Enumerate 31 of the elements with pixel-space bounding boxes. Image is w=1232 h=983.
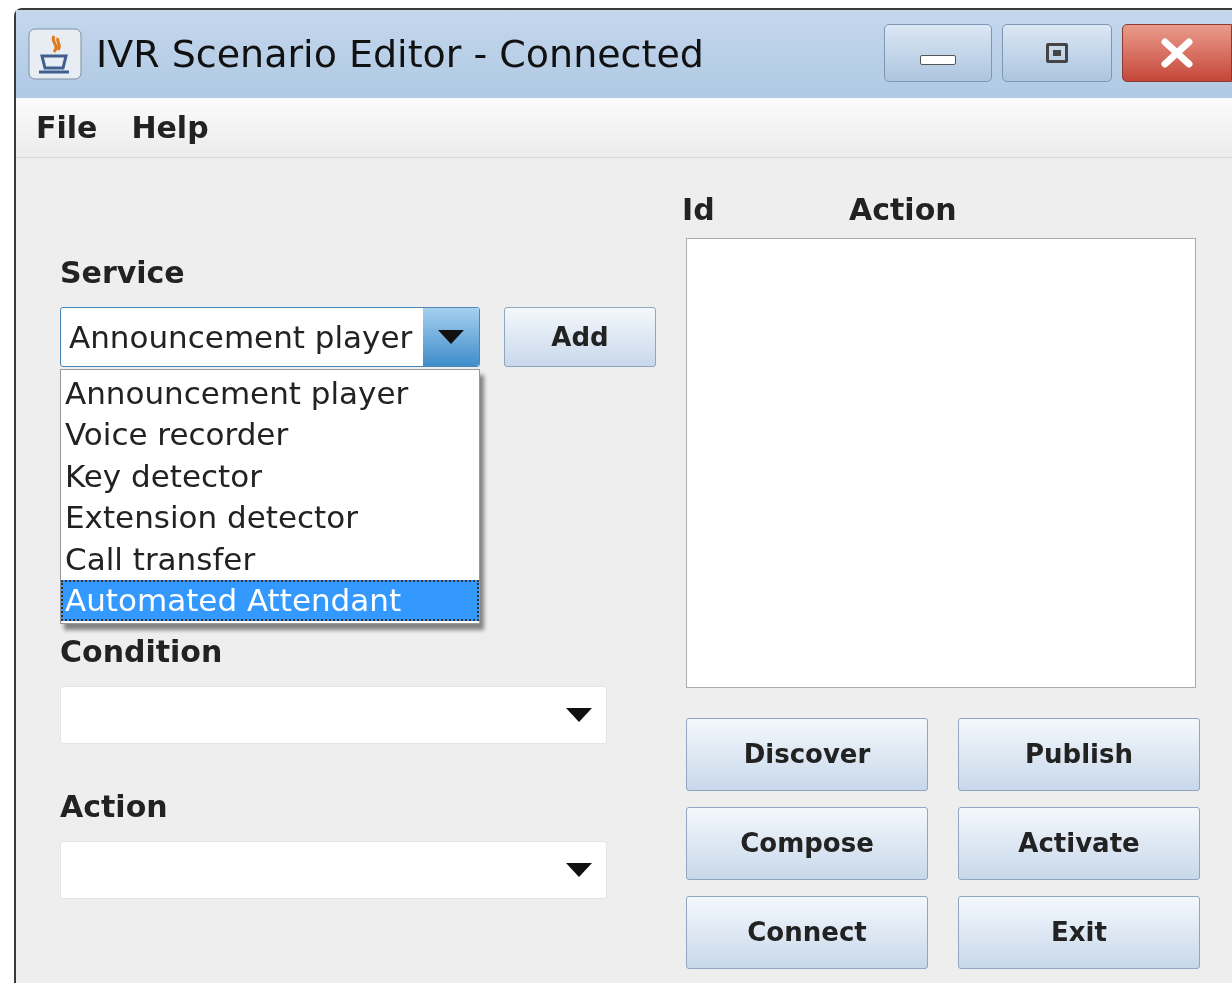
- action-button[interactable]: Activate: [958, 807, 1200, 880]
- field-label: Service: [60, 254, 186, 292]
- add-button[interactable]: Add: [504, 307, 656, 367]
- action-button[interactable]: Discover: [686, 718, 928, 791]
- dropdown-option[interactable]: Key detector: [61, 455, 479, 497]
- column-header: Action: [849, 190, 957, 229]
- caret-icon: [438, 330, 464, 344]
- service-dropdown[interactable]: Announcement player: [60, 307, 480, 367]
- action-button[interactable]: Exit: [958, 896, 1200, 969]
- dropdown-field[interactable]: [60, 841, 607, 899]
- cup-icon: [28, 28, 82, 80]
- action-button[interactable]: Connect: [686, 896, 928, 969]
- column-header: Id: [682, 190, 716, 229]
- action-button[interactable]: Compose: [686, 807, 928, 880]
- action-button[interactable]: Publish: [958, 718, 1200, 791]
- dropdown-option[interactable]: Announcement player: [61, 372, 479, 414]
- dropdown-option[interactable]: Call transfer: [61, 538, 479, 580]
- dropdown-option[interactable]: Voice recorder: [61, 413, 479, 455]
- dropdown-field[interactable]: [60, 686, 607, 744]
- close-button[interactable]: [1122, 24, 1232, 82]
- maximize-button[interactable]: [1002, 24, 1112, 82]
- field-label: Action: [60, 788, 169, 826]
- dropdown-option[interactable]: Extension detector: [61, 496, 479, 538]
- field-label: Condition: [60, 633, 224, 671]
- menu-item[interactable]: File: [36, 105, 98, 150]
- minimize-button[interactable]: [884, 24, 992, 82]
- close-icon: [1160, 38, 1194, 68]
- caret-icon: [566, 863, 592, 877]
- caret-icon: [566, 708, 592, 722]
- menu-item[interactable]: Help: [131, 105, 209, 150]
- window-title: IVR Scenario Editor - Connected: [96, 30, 704, 78]
